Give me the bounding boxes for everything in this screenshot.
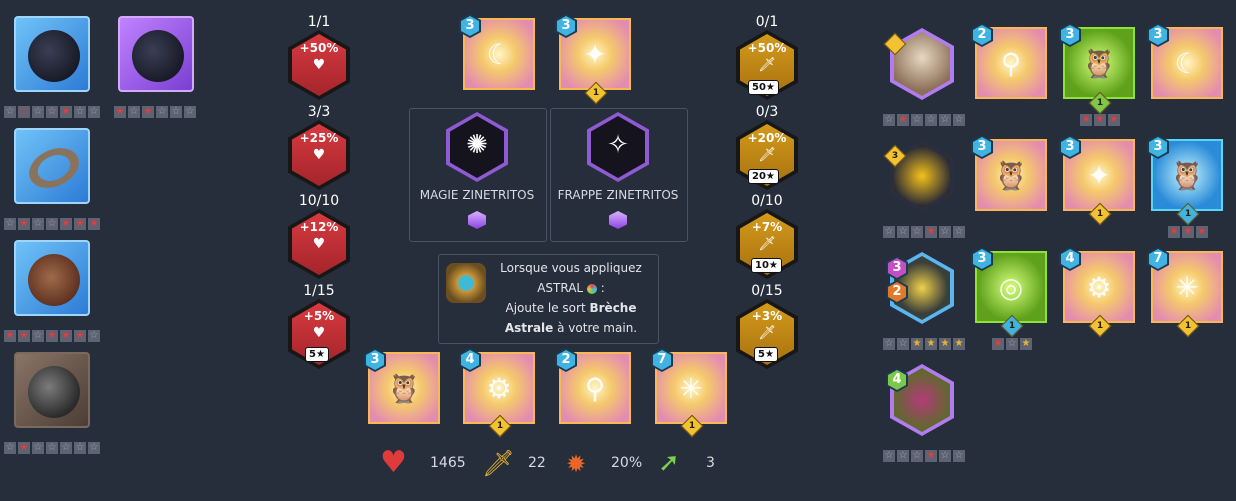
relic-icon <box>28 30 80 82</box>
vitality-fraction-2: 3/3 <box>307 104 331 120</box>
heart-icon: ♥ <box>312 236 326 252</box>
orbit-icon: ◎ <box>998 271 1024 304</box>
heart-icon: ♥ <box>312 57 326 73</box>
key-icon: ⚲ <box>584 372 606 405</box>
equipment-stars-4: ★ ★ ☆ ★ ★ ★ ☆ <box>4 330 100 342</box>
sword-icon: 🗡 <box>758 57 776 73</box>
web-icon: ✳ <box>679 372 703 405</box>
equipment-slot-2[interactable] <box>118 16 194 92</box>
equipment-stars-2: ★ ☆ ★ ☆ ☆ ☆ <box>114 106 196 118</box>
movement-value: 3 <box>706 455 715 471</box>
owl-icon: 🦉 <box>1169 159 1205 192</box>
companion-stars-4: ☆ ☆ ☆ ★ ☆ ☆ <box>883 450 965 462</box>
gear-icon: ⚙ <box>486 372 512 405</box>
vitality-fraction-3: 10/10 <box>298 193 340 209</box>
right-spell-stars-2: ★ ★ ★ <box>1080 114 1120 126</box>
health-icon: ♥ <box>380 445 407 480</box>
equipment-stars-3: ☆ ★ ☆ ☆ ★ ★ ★ <box>4 218 100 230</box>
equipment-stars-5: ☆ ★ ☆ ☆ ☆ ☆ ☆ <box>4 442 100 454</box>
sword-icon: 🗡 <box>758 236 776 252</box>
sword-icon: 🗡 <box>758 147 776 163</box>
owl-icon: 🦉 <box>1081 47 1117 80</box>
effect-line-1: Lorsque vous appliquez <box>500 261 642 275</box>
power-value-2: +20% <box>747 131 787 145</box>
pauldron-icon <box>28 366 80 418</box>
equipment-slot-4[interactable] <box>14 240 90 316</box>
critical-value: 20% <box>611 455 643 471</box>
right-spell-stars-6: ★ ★ ★ <box>1168 226 1208 238</box>
key-icon: ⚲ <box>1000 47 1022 80</box>
heart-icon: ♥ <box>312 325 326 341</box>
crescent-icon: ☾ <box>486 38 512 71</box>
power-value-3: +7% <box>751 220 783 234</box>
right-spell-stars-7: ★ ☆ ★ <box>992 338 1032 350</box>
equipment-slot-5[interactable] <box>14 352 90 428</box>
power-star-badge-1: 50★ <box>748 80 779 95</box>
star-icon: ✦ <box>583 38 607 71</box>
equipment-slot-1[interactable] <box>14 16 90 92</box>
vitality-value-2: +25% <box>299 131 339 145</box>
power-fraction-2: 0/3 <box>755 104 779 120</box>
power-fraction-1: 0/1 <box>755 14 779 30</box>
vitality-star-badge: 5★ <box>305 347 329 362</box>
movement-icon: ➚ <box>658 448 680 478</box>
critical-icon: ✹ <box>566 450 587 478</box>
ring-icon <box>22 140 86 196</box>
companion-stars-3: ☆ ☆ ★ ★ ★ ★ <box>883 338 965 350</box>
astral-emblem-icon <box>446 263 486 303</box>
effect-line-3: Ajoute le sort Brèche <box>505 301 637 315</box>
companion-stars-2: ☆ ☆ ☆ ★ ☆ ☆ <box>883 226 965 238</box>
equipment-slot-3[interactable] <box>14 128 90 204</box>
power-value-1: +50% <box>747 41 787 55</box>
power-value-4: +3% <box>751 309 783 323</box>
health-value: 1465 <box>430 455 466 471</box>
vitality-fraction-1: 1/1 <box>307 14 331 30</box>
power-star-badge-2: 20★ <box>748 169 779 184</box>
attack-value: 22 <box>528 455 546 471</box>
amulet-icon <box>132 30 184 82</box>
gauntlet-icon <box>28 254 80 306</box>
gear-icon: ⚙ <box>1086 271 1112 304</box>
effect-line-4: Astrale à votre main. <box>504 321 638 335</box>
equipment-stars-1: ☆ ☆ ☆ ☆ ★ ☆ ☆ <box>4 106 100 118</box>
sword-icon: 🗡 <box>758 325 776 341</box>
effect-line-2: ASTRAL : <box>537 281 605 295</box>
major-spell-label-1: MAGIE ZINETRITOS <box>419 188 535 202</box>
power-fraction-4: 0/15 <box>751 283 783 299</box>
web-icon: ✳ <box>1175 271 1199 304</box>
companion-stars-1: ☆ ★ ☆ ☆ ☆ ☆ <box>883 114 965 126</box>
vitality-value-4: +5% <box>303 309 335 323</box>
owl-icon: 🦉 <box>993 159 1029 192</box>
attack-icon: 🗡 <box>482 449 516 479</box>
power-star-badge-4: 5★ <box>754 347 778 362</box>
owl-icon: 🦉 <box>386 372 422 405</box>
star-icon: ✦ <box>1087 159 1111 192</box>
power-star-badge-3: 10★ <box>751 258 782 273</box>
heart-icon: ♥ <box>312 147 326 163</box>
vitality-value-1: +50% <box>299 41 339 55</box>
crescent-icon: ☾ <box>1174 47 1200 80</box>
power-fraction-3: 0/10 <box>751 193 783 209</box>
vitality-value-3: +12% <box>299 220 339 234</box>
major-spell-label-2: FRAPPE ZINETRITOS <box>557 188 679 202</box>
vitality-fraction-4: 1/15 <box>303 283 335 299</box>
